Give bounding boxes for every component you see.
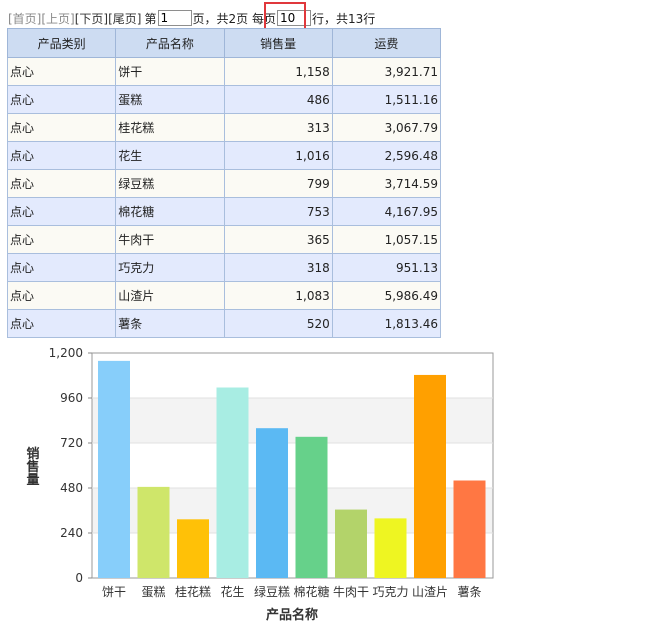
cell-freight: 951.13: [331, 253, 442, 282]
first-page-link[interactable]: [首页]: [8, 10, 41, 27]
x-axis-title: 产品名称: [266, 607, 318, 623]
y-tick-label: 720: [60, 436, 83, 450]
last-page-link[interactable]: [尾页]: [108, 10, 141, 27]
table-row: 点心 蛋糕 486 1,511.16: [6, 85, 442, 114]
x-tick-label: 饼干: [102, 585, 126, 599]
pagination-bar: [首页] [上页] [下页] [尾页] 第 页，共2页 每页 行，共13行: [8, 8, 375, 28]
y-tick-label: 1,200: [49, 346, 83, 360]
cell-category: 点心: [6, 309, 117, 338]
cell-category: 点心: [6, 85, 117, 114]
cell-sales: 1,083: [223, 281, 333, 310]
cell-category: 点心: [6, 253, 117, 282]
y-axis-ticks: 0 240 480 720 960 1,200: [49, 346, 92, 585]
cell-category: 点心: [6, 225, 117, 254]
cell-freight: 2,596.48: [331, 141, 442, 170]
table-row: 点心 绿豆糕 799 3,714.59: [6, 169, 442, 198]
column-header-category[interactable]: 产品类别: [6, 28, 117, 58]
bar-2[interactable]: [137, 486, 170, 578]
bar-4[interactable]: [216, 387, 249, 579]
cell-sales: 1,158: [223, 57, 333, 86]
bar-6[interactable]: [295, 436, 328, 578]
cell-sales: 486: [223, 85, 333, 114]
table-row: 点心 饼干 1,158 3,921.71: [6, 57, 442, 86]
cell-sales: 799: [223, 169, 333, 198]
column-header-freight[interactable]: 运费: [331, 28, 442, 58]
data-table: 产品类别 产品名称 销售量 运费 点心 饼干 1,158 3,921.71 点心…: [6, 28, 442, 338]
x-tick-label: 桂花糕: [175, 584, 211, 599]
cell-freight: 1,057.15: [331, 225, 442, 254]
cell-product: 绿豆糕: [115, 169, 225, 198]
column-header-sales[interactable]: 销售量: [223, 28, 333, 58]
cell-sales: 318: [223, 253, 333, 282]
cell-freight: 3,714.59: [331, 169, 442, 198]
cell-category: 点心: [6, 169, 117, 198]
table-row: 点心 桂花糕 313 3,067.79: [6, 113, 442, 142]
cell-sales: 365: [223, 225, 333, 254]
x-tick-label: 薯条: [457, 585, 481, 599]
row-count-label: 行，共13行: [311, 11, 376, 26]
cell-sales: 753: [223, 197, 333, 226]
cell-product: 棉花糖: [115, 197, 225, 226]
bar-7[interactable]: [335, 509, 367, 578]
cell-product: 饼干: [115, 57, 225, 86]
x-tick-label: 巧克力: [372, 585, 408, 599]
cell-freight: 3,921.71: [331, 57, 442, 86]
table-row: 点心 山渣片 1,083 5,986.49: [6, 281, 442, 310]
cell-category: 点心: [6, 113, 117, 142]
page-count-label: 页，共2页 每页: [192, 11, 276, 26]
cell-category: 点心: [6, 57, 117, 86]
sales-bar-chart: 0 240 480 720 960 1,200 饼干 蛋糕 桂花糕 花生 绿豆糕 棉花糖 牛肉干 巧克力…: [24, 346, 494, 623]
cell-product: 巧克力: [115, 253, 225, 282]
table-header-row: 产品类别 产品名称 销售量 运费: [6, 28, 442, 58]
x-tick-label: 山渣片: [412, 585, 448, 599]
cell-category: 点心: [6, 281, 117, 310]
y-tick-label: 960: [60, 391, 83, 405]
page-prefix-label: 第: [144, 11, 157, 26]
cell-product: 山渣片: [115, 281, 225, 310]
x-tick-label: 花生: [220, 584, 244, 599]
table-row: 点心 花生 1,016 2,596.48: [6, 141, 442, 170]
cell-product: 蛋糕: [115, 85, 225, 114]
y-tick-label: 480: [60, 481, 83, 495]
cell-sales: 520: [223, 309, 333, 338]
bar-3[interactable]: [177, 519, 209, 578]
bar-9[interactable]: [414, 374, 446, 578]
table-row: 点心 巧克力 318 951.13: [6, 253, 442, 282]
cell-sales: 1,016: [223, 141, 333, 170]
y-tick-label: 0: [75, 571, 83, 585]
cell-freight: 3,067.79: [331, 113, 442, 142]
bar-10[interactable]: [453, 480, 486, 579]
bar-8[interactable]: [374, 518, 407, 578]
table-row: 点心 牛肉干 365 1,057.15: [6, 225, 442, 254]
page-number-input[interactable]: [157, 10, 192, 26]
x-tick-label: 蛋糕: [141, 585, 165, 599]
table-row: 点心 薯条 520 1,813.46: [6, 309, 442, 338]
cell-freight: 1,813.46: [331, 309, 442, 338]
bar-1[interactable]: [98, 360, 130, 578]
y-axis-title: 销售量: [24, 446, 40, 487]
x-tick-label: 牛肉干: [333, 584, 369, 599]
cell-category: 点心: [6, 141, 117, 170]
x-axis-ticks: 饼干 蛋糕 桂花糕 花生 绿豆糕 棉花糖 牛肉干 巧克力 山渣片 薯条: [102, 584, 482, 599]
cell-freight: 5,986.49: [331, 281, 442, 310]
prev-page-link[interactable]: [上页]: [41, 10, 74, 27]
x-tick-label: 棉花糖: [293, 584, 329, 599]
column-header-product[interactable]: 产品名称: [115, 28, 225, 58]
bar-5[interactable]: [256, 428, 288, 578]
cell-freight: 4,167.95: [331, 197, 442, 226]
cell-product: 牛肉干: [115, 225, 225, 254]
cell-sales: 313: [223, 113, 333, 142]
cell-product: 薯条: [115, 309, 225, 338]
cell-category: 点心: [6, 197, 117, 226]
cell-product: 花生: [115, 141, 225, 170]
x-tick-label: 绿豆糕: [254, 584, 290, 599]
table-row: 点心 棉花糖 753 4,167.95: [6, 197, 442, 226]
cell-product: 桂花糕: [115, 113, 225, 142]
next-page-link[interactable]: [下页]: [75, 10, 108, 27]
cell-freight: 1,511.16: [331, 85, 442, 114]
y-tick-label: 240: [60, 526, 83, 540]
rows-per-page-input[interactable]: [276, 10, 311, 26]
